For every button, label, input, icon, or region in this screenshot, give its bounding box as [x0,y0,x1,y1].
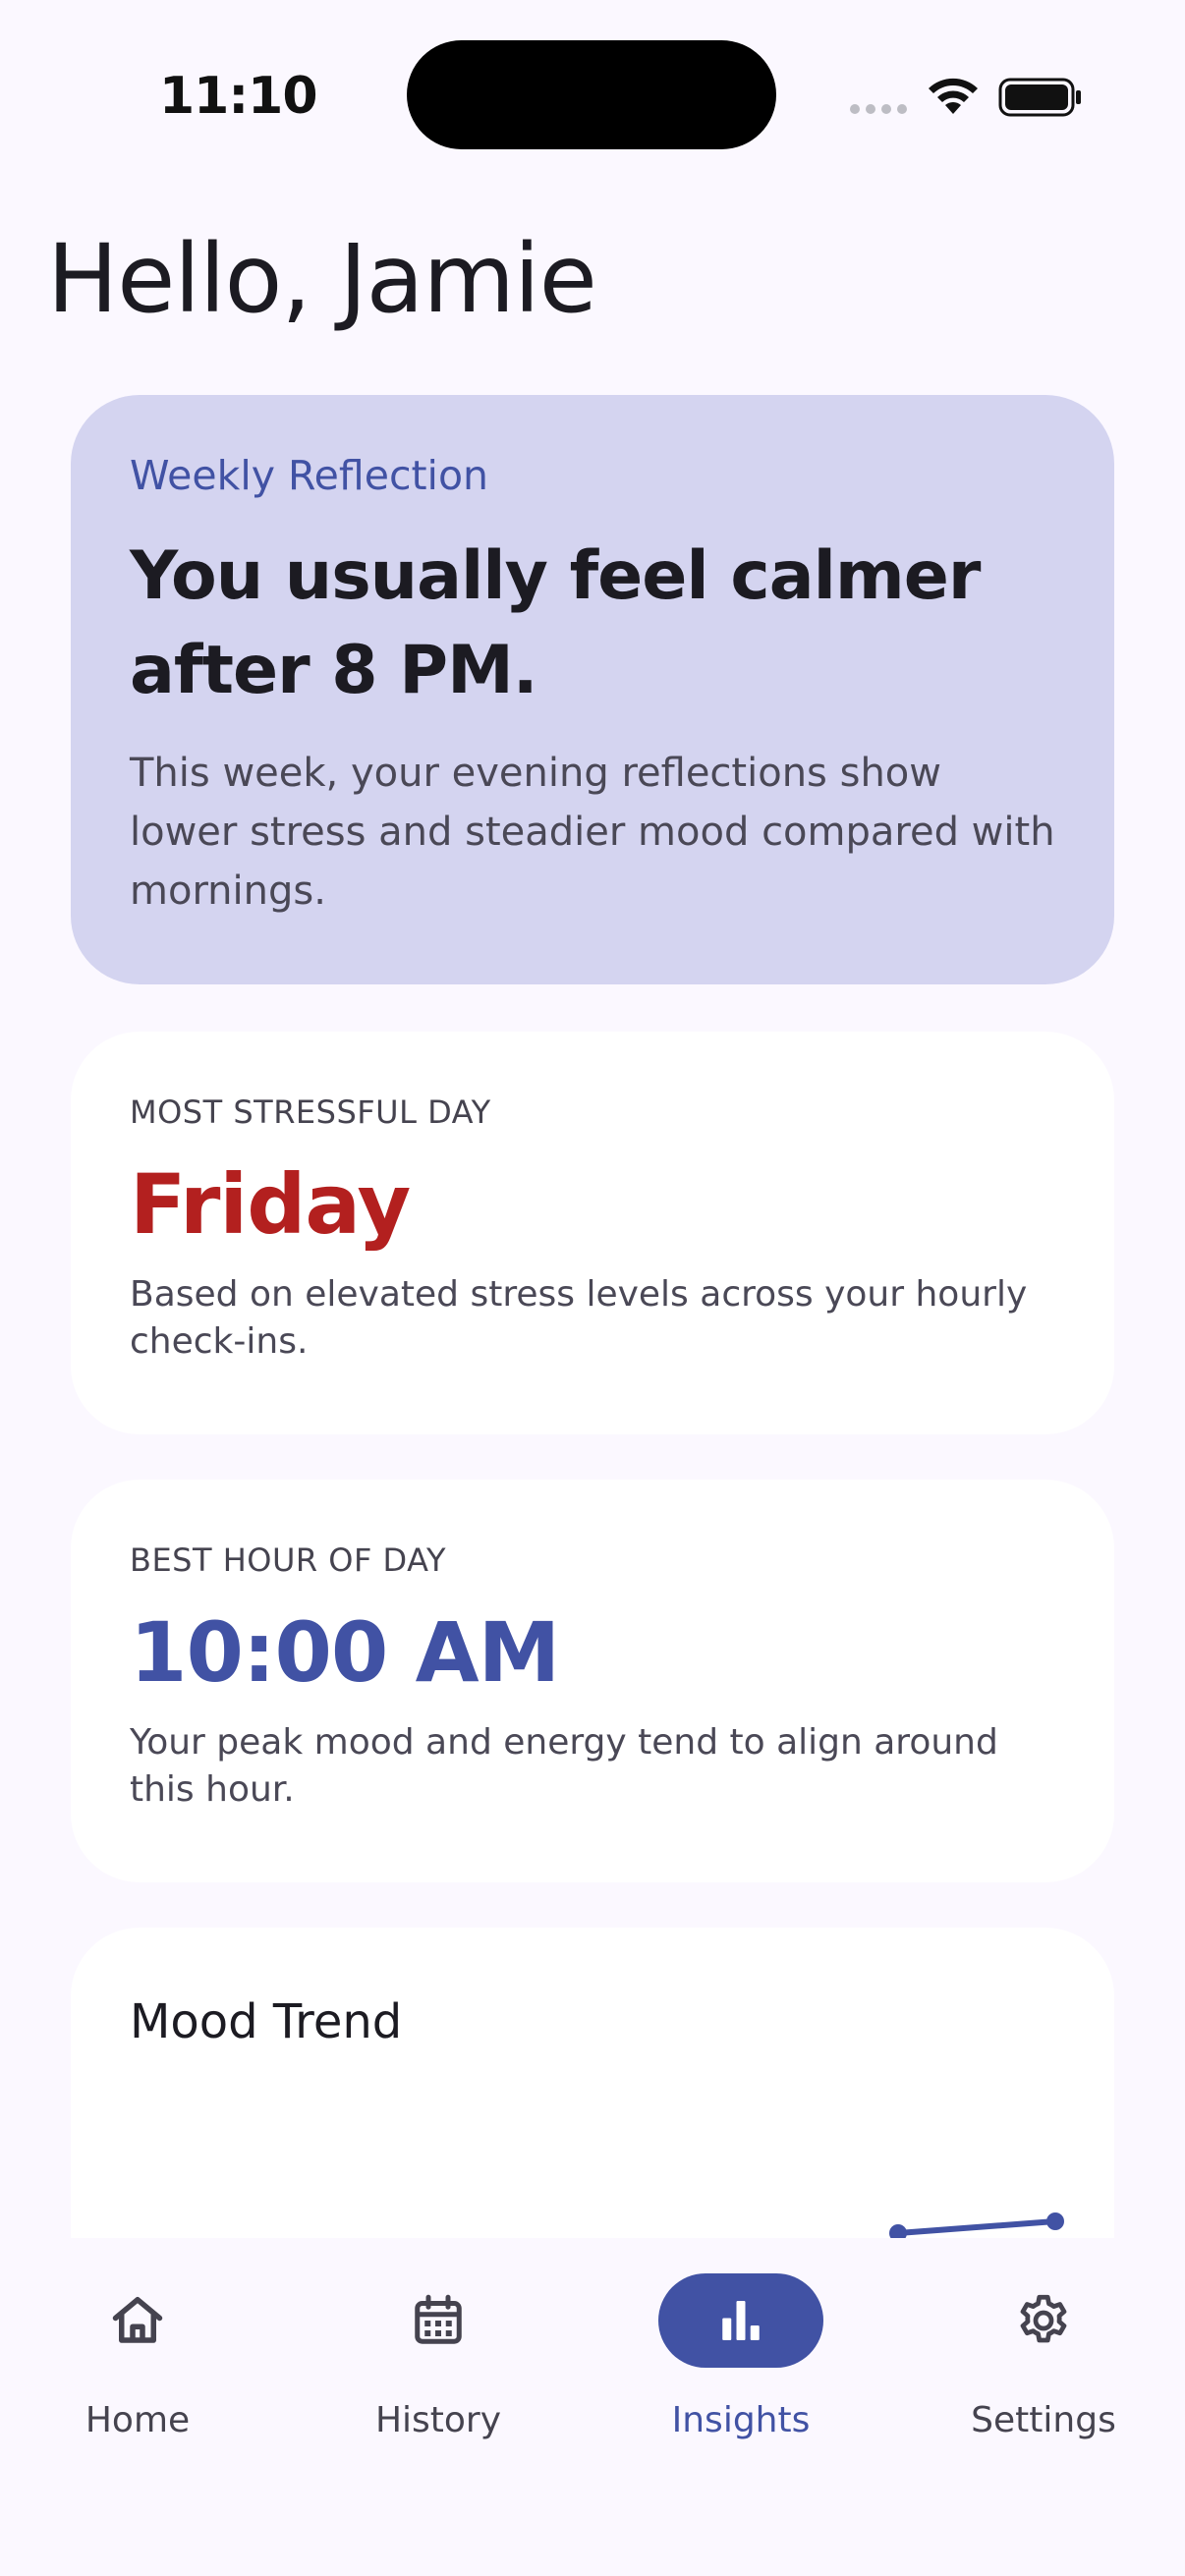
status-bar: 11:10 [0,0,1185,196]
cellular-signal-icon [850,104,907,114]
nav-label-settings: Settings [971,2400,1116,2440]
bottom-navigation: Home History Insights Settings [0,2238,1185,2576]
most-stressful-day-card[interactable]: MOST STRESSFUL DAY Friday Based on eleva… [71,1032,1114,1434]
gear-icon [1020,2294,1067,2343]
nav-item-settings[interactable]: Settings [926,2273,1161,2450]
wifi-icon [929,78,978,114]
mood-trend-point [1046,2212,1064,2230]
nav-item-history[interactable]: History [320,2273,556,2450]
reflection-headline: You usually feel calmer after 8 PM. [130,537,981,709]
home-icon [112,2297,163,2343]
page-title: Hello, Jamie [47,224,597,334]
nav-history-indicator [356,2273,521,2368]
status-time: 11:10 [159,67,318,126]
battery-icon [998,78,1081,117]
mood-trend-line [895,2218,1058,2236]
nav-item-home[interactable]: Home [20,2273,255,2450]
weekly-reflection-card[interactable]: Weekly Reflection You usually feel calme… [71,395,1114,984]
nav-home-indicator [55,2273,220,2368]
nav-settings-indicator [961,2273,1126,2368]
nav-label-home: Home [85,2400,191,2440]
stress-card-description: Based on elevated stress levels across y… [130,1274,1028,1362]
nav-item-insights[interactable]: Insights [623,2273,859,2450]
best-hour-card[interactable]: BEST HOUR OF DAY 10:00 AM Your peak mood… [71,1480,1114,1882]
reflection-body: This week, your evening reflections show… [130,751,1055,914]
dynamic-island [407,40,776,149]
stress-card-value: Friday [130,1156,411,1253]
insights-screen: 11:10 Hello, Jamie Weekly Reflection You… [0,0,1185,2576]
nav-label-insights: Insights [671,2400,811,2440]
hour-card-label: BEST HOUR OF DAY [130,1541,447,1579]
bar-chart-icon [722,2301,760,2340]
reflection-eyebrow: Weekly Reflection [130,452,489,499]
hour-card-value: 10:00 AM [130,1604,560,1701]
nav-insights-indicator [658,2273,823,2368]
hour-card-description: Your peak mood and energy tend to align … [130,1722,998,1810]
stress-card-label: MOST STRESSFUL DAY [130,1093,491,1131]
calendar-icon [415,2294,462,2344]
nav-label-history: History [374,2400,502,2440]
